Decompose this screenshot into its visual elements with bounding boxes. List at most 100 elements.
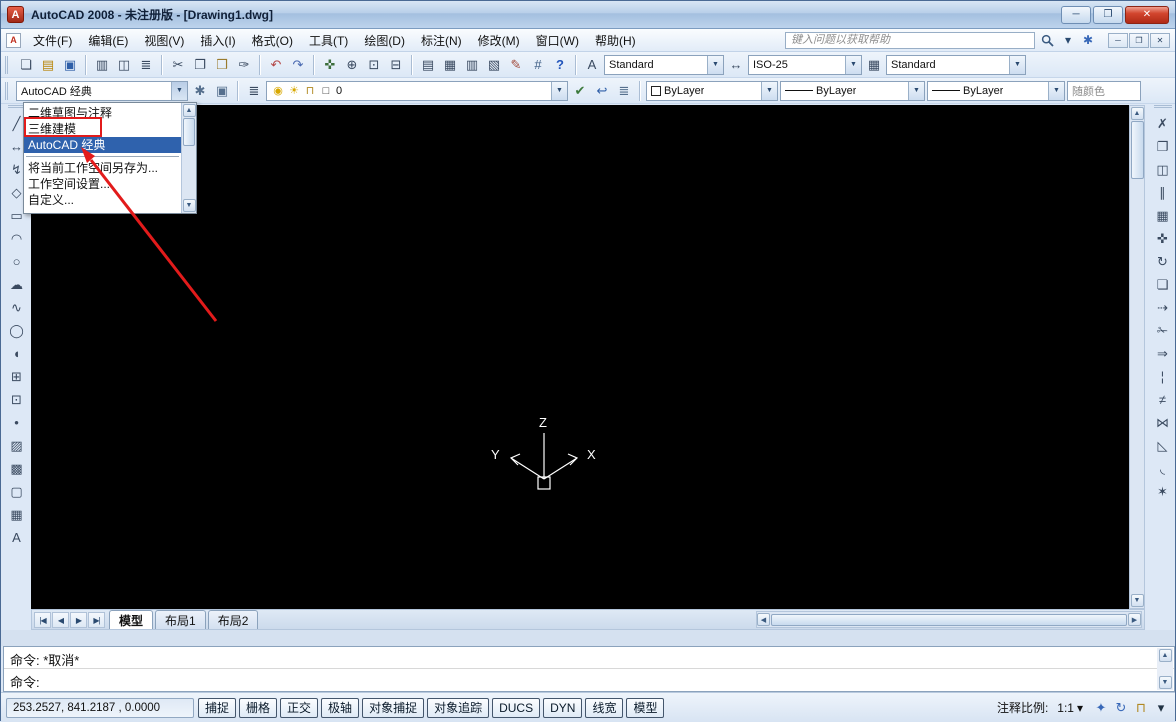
quickcalc-icon[interactable]: # [528,55,548,75]
annotation-visibility-icon[interactable]: ✦ [1092,700,1110,716]
command-scroll-down-button[interactable]: ▼ [1159,676,1172,689]
table-style-icon[interactable]: ▦ [864,55,884,75]
menu-edit[interactable]: 编辑(E) [80,29,136,52]
join-icon[interactable]: ⋈ [1152,412,1173,433]
spline-icon[interactable]: ∿ [6,297,27,318]
plot-preview-icon[interactable]: ◫ [114,55,134,75]
break-icon[interactable]: ≠ [1152,389,1173,410]
workspace-dropdown-scrollbar[interactable]: ▲ ▼ [181,103,196,213]
workspace-combo-arrow[interactable]: ▼ [171,82,187,100]
trim-icon[interactable]: ✁ [1152,320,1173,341]
horizontal-scrollbar[interactable]: ◀ ▶ [756,611,1142,628]
zoom-previous-icon[interactable]: ⊟ [386,55,406,75]
workspace-combo[interactable]: AutoCAD 经典 ▼ [16,81,188,101]
menu-insert[interactable]: 插入(I) [192,29,243,52]
text-style-combo-arrow[interactable]: ▼ [707,56,723,74]
menu-dimension[interactable]: 标注(N) [413,29,470,52]
layer-previous-icon[interactable]: ↩ [592,81,612,101]
publish-icon[interactable]: ≣ [136,55,156,75]
toolbar-grip[interactable] [5,56,10,74]
scroll-right-button[interactable]: ▶ [1128,613,1141,626]
dropdown-scroll-up-button[interactable]: ▲ [183,104,196,117]
insert-block-icon[interactable]: ⊞ [6,366,27,387]
zoom-realtime-icon[interactable]: ⊕ [342,55,362,75]
tab-layout2[interactable]: 布局2 [208,610,259,629]
ellipse-icon[interactable]: ◯ [6,320,27,341]
make-block-icon[interactable]: ⊡ [6,389,27,410]
infocenter-star-icon[interactable]: ✱ [1079,32,1097,49]
linetype-combo[interactable]: ByLayer ▼ [780,81,925,101]
linetype-combo-arrow[interactable]: ▼ [908,82,924,100]
toolbar-grip[interactable] [5,82,10,100]
layer-properties-manager-icon[interactable]: ≣ [244,81,264,101]
copy-icon[interactable]: ❐ [190,55,210,75]
my-workspace-icon[interactable]: ▣ [212,81,232,101]
dim-style-combo[interactable]: ISO-25 ▼ [748,55,862,75]
markup-set-manager-icon[interactable]: ✎ [506,55,526,75]
close-button[interactable]: ✕ [1125,6,1169,24]
ellipse-arc-icon[interactable]: ◖ [6,343,27,364]
arc-icon[interactable]: ◠ [6,228,27,249]
plot-icon[interactable]: ▥ [92,55,112,75]
undo-icon[interactable]: ↶ [266,55,286,75]
mdi-restore-button[interactable]: ❐ [1129,33,1149,48]
scroll-down-button[interactable]: ▼ [1131,594,1144,607]
properties-icon[interactable]: ▤ [418,55,438,75]
workspace-settings-icon[interactable]: ✱ [190,81,210,101]
tab-last-button[interactable]: ▶| [88,612,105,628]
toolbar-lock-icon[interactable]: ⊓ [1132,700,1150,716]
array-icon[interactable]: ▦ [1152,205,1173,226]
workspace-item-customize[interactable]: 自定义... [24,192,181,208]
maximize-button[interactable]: ❐ [1093,6,1123,24]
ortho-button[interactable]: 正交 [280,698,318,718]
designcenter-icon[interactable]: ▦ [440,55,460,75]
ducs-button[interactable]: DUCS [492,698,540,718]
dropdown-scroll-thumb[interactable] [183,118,195,146]
rotate-icon[interactable]: ↻ [1152,251,1173,272]
menu-window[interactable]: 窗口(W) [528,29,587,52]
toolbar-grip[interactable] [1154,105,1172,110]
menu-format[interactable]: 格式(O) [244,29,301,52]
color-combo-arrow[interactable]: ▼ [761,82,777,100]
tab-next-button[interactable]: ▶ [70,612,87,628]
paste-icon[interactable]: ❒ [212,55,232,75]
explode-icon[interactable]: ✶ [1152,481,1173,502]
hatch-icon[interactable]: ▨ [6,435,27,456]
table-style-combo-arrow[interactable]: ▼ [1009,56,1025,74]
layer-states-manager-icon[interactable]: ≣ [614,81,634,101]
copy-object-icon[interactable]: ❐ [1152,136,1173,157]
command-scroll-up-button[interactable]: ▲ [1159,649,1172,662]
stretch-icon[interactable]: ⇢ [1152,297,1173,318]
layer-combo-arrow[interactable]: ▼ [551,82,567,100]
gradient-icon[interactable]: ▩ [6,458,27,479]
minimize-button[interactable]: ─ [1061,6,1091,24]
menu-modify[interactable]: 修改(M) [470,29,528,52]
scroll-up-button[interactable]: ▲ [1131,107,1144,120]
annotation-autoscale-icon[interactable]: ↻ [1112,700,1130,716]
new-icon[interactable]: ❏ [16,55,36,75]
workspace-item-3d-modeling[interactable]: 三维建模 [24,121,181,137]
workspace-item-2d-annotation[interactable]: 二维草图与注释 [24,105,181,121]
scale-icon[interactable]: ❏ [1152,274,1173,295]
command-input-line[interactable]: 命令: [4,669,1174,691]
polar-button[interactable]: 极轴 [321,698,359,718]
mdi-close-button[interactable]: ✕ [1150,33,1170,48]
sheet-set-manager-icon[interactable]: ▧ [484,55,504,75]
tab-first-button[interactable]: |◀ [34,612,51,628]
fillet-icon[interactable]: ◟ [1152,458,1173,479]
tab-model[interactable]: 模型 [109,610,153,629]
redo-icon[interactable]: ↷ [288,55,308,75]
scroll-left-button[interactable]: ◀ [757,613,770,626]
tool-palettes-icon[interactable]: ▥ [462,55,482,75]
grid-button[interactable]: 栅格 [239,698,277,718]
coordinates-display[interactable]: 253.2527, 841.2187 , 0.0000 [6,698,194,718]
dim-style-combo-arrow[interactable]: ▼ [845,56,861,74]
save-icon[interactable]: ▣ [60,55,80,75]
model-button[interactable]: 模型 [626,698,664,718]
text-style-icon[interactable]: A [582,55,602,75]
text-style-combo[interactable]: Standard ▼ [604,55,724,75]
menu-draw[interactable]: 绘图(D) [356,29,413,52]
revcloud-icon[interactable]: ☁ [6,274,27,295]
make-object-layer-current-icon[interactable]: ✔ [570,81,590,101]
search-options-chevron[interactable]: ▾ [1059,32,1077,49]
